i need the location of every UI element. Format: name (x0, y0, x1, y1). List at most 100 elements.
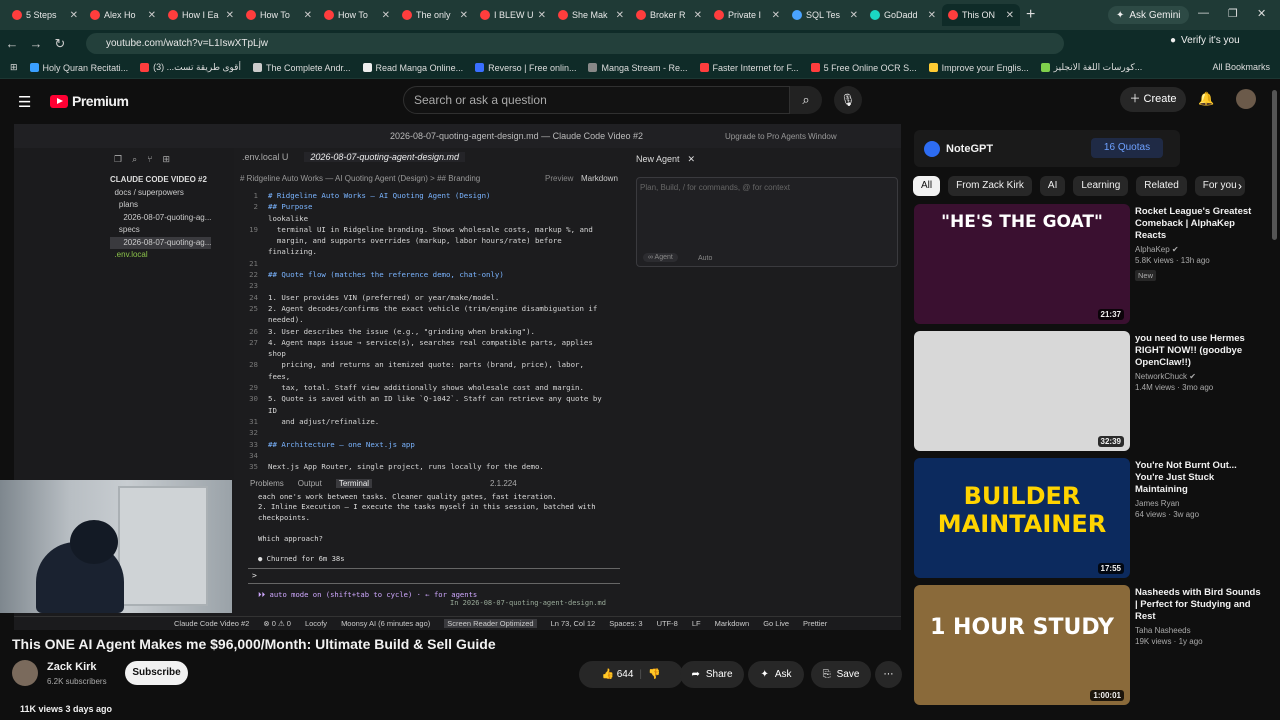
tab-close-icon[interactable]: ✕ (694, 10, 702, 21)
line-number: 23 (249, 281, 258, 291)
ask-button[interactable]: ✦ Ask (748, 661, 804, 688)
browser-tab[interactable]: She Mak ✕ (552, 4, 630, 26)
url-text: youtube.com/watch?v=L1IswXTpLjw (106, 38, 269, 49)
browser-tab[interactable]: How To ✕ (318, 4, 396, 26)
bookmark-item[interactable]: أقوى طريقة تست... (3) (140, 62, 241, 73)
recommendation-meta: 64 views · 3w ago (1135, 510, 1200, 519)
mic-icon[interactable]: 🎙 (834, 86, 862, 114)
avatar[interactable] (1236, 89, 1256, 109)
more-actions-icon[interactable]: ⋯ (875, 661, 902, 688)
minimize-icon[interactable]: — (1198, 7, 1209, 19)
bookmark-item[interactable]: Faster Internet for F... (699, 63, 799, 73)
chevron-right-icon[interactable]: › (1238, 179, 1242, 193)
tab-title: GoDadd (884, 10, 918, 20)
tab-close-icon[interactable]: ✕ (226, 10, 234, 21)
panel-tab: Problems (250, 479, 284, 488)
bookmark-item[interactable]: Holy Quran Recitati... (29, 63, 128, 73)
reload-icon[interactable]: ↻ (48, 36, 72, 52)
browser-tab[interactable]: How To ✕ (240, 4, 318, 26)
filter-chip[interactable]: From Zack Kirk (948, 176, 1032, 196)
tab-title: How To (338, 10, 368, 20)
agents-window-label: Agents Window (781, 132, 837, 141)
recommendation-info[interactable]: you need to use Hermes RIGHT NOW!! (good… (1135, 333, 1265, 392)
duration-badge: 17:55 (1097, 563, 1124, 574)
browser-tab[interactable]: SQL Tes ✕ (786, 4, 864, 26)
divider: | (639, 669, 643, 680)
address-bar[interactable]: youtube.com/watch?v=L1IswXTpLjw (86, 33, 1064, 54)
maximize-icon[interactable]: ❐ (1228, 7, 1238, 20)
recommendation-info[interactable]: Rocket League's Greatest Comeback | Alph… (1135, 206, 1265, 283)
browser-tab[interactable]: Private I ✕ (708, 4, 786, 26)
scrollbar[interactable] (1272, 90, 1277, 240)
tab-close-icon[interactable]: ✕ (538, 10, 546, 21)
filter-chip[interactable]: Learning (1073, 176, 1129, 196)
bookmark-item[interactable]: Manga Stream - Re... (588, 63, 688, 73)
share-button[interactable]: ➦ Share (680, 661, 744, 688)
youtube-logo[interactable]: Premium (50, 93, 129, 109)
tab-close-icon[interactable]: ✕ (1006, 10, 1014, 21)
code-line: 35 Next.js App Router, single project, ru… (244, 461, 619, 472)
code-line: 34 (244, 450, 619, 461)
browser-tab[interactable]: This ON ✕ (942, 4, 1020, 26)
like-button[interactable]: 👍 644 (602, 669, 634, 680)
save-button[interactable]: ⎘ Save (811, 661, 871, 688)
tab-close-icon[interactable]: ✕ (460, 10, 468, 21)
notifications-icon[interactable]: 🔔 (1198, 91, 1214, 107)
thumbs-down-icon[interactable]: 👎 (648, 669, 660, 680)
gemini-icon: ✦ (1116, 9, 1125, 21)
create-button[interactable]: ＋ Create (1120, 87, 1186, 112)
filter-chip[interactable]: Related (1136, 176, 1187, 196)
browser-tab[interactable]: GoDadd ✕ (864, 4, 942, 26)
recommendation-thumbnail[interactable]: 32:39 (914, 331, 1130, 451)
tab-close-icon[interactable]: ✕ (382, 10, 390, 21)
recommendation-thumbnail[interactable]: "HE'S THE GOAT" 21:37 (914, 204, 1130, 324)
browser-tab[interactable]: I BLEW U ✕ (474, 4, 552, 26)
quotas-button[interactable]: 16 Quotas (1091, 138, 1163, 158)
search-input[interactable]: Search or ask a question (403, 86, 790, 114)
browser-tab[interactable]: Broker R ✕ (630, 4, 708, 26)
tab-close-icon[interactable]: ✕ (148, 10, 156, 21)
recommendation-info[interactable]: You're Not Burnt Out... You're Just Stuc… (1135, 460, 1265, 519)
bookmark-label: أقوى طريقة تست... (3) (153, 62, 241, 72)
subscribe-button[interactable]: Subscribe (125, 661, 188, 685)
code-text: lookalike (268, 213, 309, 223)
tab-title: Alex Ho (104, 10, 136, 20)
browser-tab[interactable]: 5 Steps ✕ (6, 4, 84, 26)
close-window-icon[interactable]: ✕ (1257, 7, 1266, 20)
browser-tab[interactable]: Alex Ho ✕ (84, 4, 162, 26)
agent-tab: New Agent ✕ (636, 154, 695, 165)
tab-favicon-icon (636, 10, 646, 20)
recommendation-thumbnail[interactable]: 1 HOUR STUDY 1:00:01 (914, 585, 1130, 705)
back-icon[interactable]: ← (0, 36, 24, 51)
browser-tab[interactable]: The only ✕ (396, 4, 474, 26)
filter-chip[interactable]: AI (1039, 176, 1066, 196)
recommendation-thumbnail[interactable]: BUILDER MAINTAINER 17:55 (914, 458, 1130, 578)
bookmark-item[interactable]: The Complete Andr... (252, 63, 351, 73)
status-item: Go Live (763, 619, 790, 628)
tab-close-icon[interactable]: ✕ (70, 10, 78, 21)
profile-button[interactable]: ● Verify it's you (1170, 35, 1240, 46)
recommendation-info[interactable]: Nasheeds with Bird Sounds | Perfect for … (1135, 587, 1265, 646)
forward-icon[interactable]: → (24, 36, 48, 51)
filter-chip[interactable]: All (913, 176, 941, 196)
search-icon[interactable]: ⌕ (790, 86, 822, 114)
bookmark-item[interactable]: 5 Free Online OCR S... (810, 63, 917, 73)
tab-close-icon[interactable]: ✕ (616, 10, 624, 21)
channel-avatar[interactable] (12, 660, 38, 686)
bookmark-item[interactable]: كورسات اللغة الانجليز... (1040, 62, 1142, 73)
apps-icon[interactable]: ⊞ (10, 62, 18, 73)
tab-close-icon[interactable]: ✕ (772, 10, 780, 21)
channel-name[interactable]: Zack Kirk (47, 661, 97, 673)
tab-close-icon[interactable]: ✕ (928, 10, 936, 21)
all-bookmarks-button[interactable]: All Bookmarks (1212, 62, 1270, 72)
tab-close-icon[interactable]: ✕ (304, 10, 312, 21)
browser-tab[interactable]: How I Ea ✕ (162, 4, 240, 26)
webcam-door (118, 486, 208, 606)
tab-close-icon[interactable]: ✕ (850, 10, 858, 21)
new-tab-icon[interactable]: + (1026, 6, 1035, 24)
ask-gemini-button[interactable]: ✦ Ask Gemini (1108, 6, 1189, 24)
bookmark-item[interactable]: Read Manga Online... (362, 63, 463, 73)
menu-icon[interactable]: ☰ (18, 93, 31, 111)
bookmark-item[interactable]: Improve your Englis... (928, 63, 1029, 73)
bookmark-item[interactable]: Reverso | Free onlin... (475, 63, 576, 73)
